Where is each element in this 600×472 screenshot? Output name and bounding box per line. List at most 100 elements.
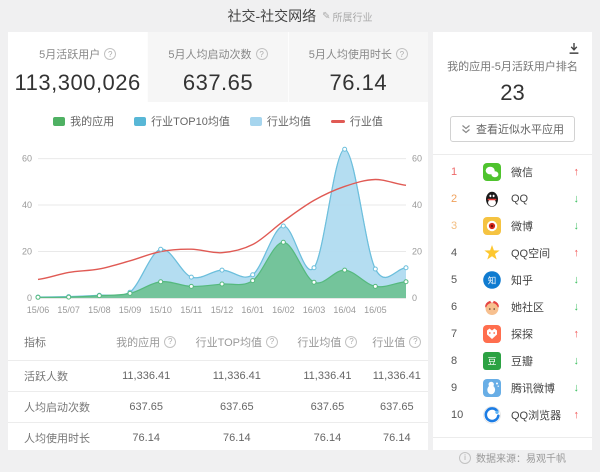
stat-label: 5月人均启动次数	[168, 46, 251, 62]
legend-swatch-lightblue	[250, 117, 262, 126]
industry-label: 所属行业	[333, 9, 373, 24]
tashequ-icon	[483, 298, 501, 316]
metric-value: 11,336.41	[303, 370, 351, 382]
ranking-list-item[interactable]: 6 她社区 ↓	[433, 293, 592, 320]
info-icon[interactable]: ?	[345, 336, 357, 348]
info-icon[interactable]: ?	[266, 336, 278, 348]
app-name: 知乎	[511, 272, 533, 288]
legend-item-my-app[interactable]: 我的应用	[53, 113, 114, 129]
metric-value: 637.65	[129, 401, 163, 413]
app-name: 腾讯微博	[511, 380, 555, 396]
svg-text:15/12: 15/12	[211, 305, 234, 315]
svg-text:0: 0	[412, 293, 417, 303]
industry-link[interactable]: ✎ 所属行业	[322, 9, 372, 24]
stat-value: 113,300,026	[8, 70, 147, 96]
info-icon[interactable]: ?	[409, 336, 421, 348]
app-name: 她社区	[511, 299, 544, 315]
svg-text:16/02: 16/02	[272, 305, 295, 315]
legend-item-top10-avg[interactable]: 行业TOP10均值	[134, 113, 230, 129]
trend-down-arrow-icon: ↓	[574, 274, 580, 286]
svg-text:40: 40	[22, 200, 32, 210]
metric-value: 11,336.41	[122, 370, 170, 382]
svg-text:15/11: 15/11	[180, 305, 202, 315]
legend-item-industry-value[interactable]: 行业值	[331, 113, 383, 129]
rank-number: 3	[451, 220, 483, 232]
wechat-icon	[483, 163, 501, 181]
svg-text:0: 0	[27, 293, 32, 303]
svg-text:60: 60	[412, 154, 422, 164]
metric-value: 11,336.41	[213, 370, 261, 382]
trend-panel: 5月活跃用户 ? 113,300,026 5月人均启动次数 ? 637.65 5…	[8, 32, 428, 450]
metric-value: 76.14	[314, 432, 342, 444]
stat-card-avg-duration[interactable]: 5月人均使用时长 ? 76.14	[288, 32, 428, 102]
data-source-text: 数据来源：易观千帆	[476, 450, 566, 465]
rank-number: 7	[451, 328, 483, 340]
rank-number: 1	[451, 166, 483, 178]
metric-value: 76.14	[223, 432, 251, 444]
stat-value: 637.65	[148, 70, 287, 96]
info-icon[interactable]: ?	[164, 336, 176, 348]
svg-text:15/06: 15/06	[27, 305, 50, 315]
legend-item-industry-avg[interactable]: 行业均值	[250, 113, 311, 129]
app-name: QQ	[511, 193, 528, 205]
ranking-list-item[interactable]: 1 微信 ↑	[433, 158, 592, 185]
ranking-list-item[interactable]: 2 QQ ↓	[433, 185, 592, 212]
txweibo-icon	[483, 379, 501, 397]
rank-number: 9	[451, 382, 483, 394]
info-icon[interactable]: ?	[256, 48, 268, 60]
svg-text:40: 40	[412, 200, 422, 210]
info-icon[interactable]: ?	[104, 48, 116, 60]
stat-card-active-users[interactable]: 5月活跃用户 ? 113,300,026	[8, 32, 147, 102]
info-icon[interactable]: ?	[396, 48, 408, 60]
ranking-list-item[interactable]: 5 知 知乎 ↓	[433, 266, 592, 293]
trend-down-arrow-icon: ↓	[574, 220, 580, 232]
rank-number: 6	[451, 301, 483, 313]
ranking-list-item[interactable]: 3 微博 ↓	[433, 212, 592, 239]
svg-text:20: 20	[22, 247, 32, 257]
col-header-top-avg: 行业TOP均值	[196, 334, 262, 350]
ranking-list-item[interactable]: 7 探探 ↑	[433, 320, 592, 347]
metrics-table: 指标 我的应用? 行业TOP均值? 行业均值? 行业值? 活跃人数 11,336…	[8, 324, 428, 453]
data-source-footer: i 数据来源：易观千帆	[433, 437, 592, 465]
app-name: 微信	[511, 164, 533, 180]
svg-text:60: 60	[22, 154, 32, 164]
table-row: 人均启动次数 637.65 637.65 637.65 637.65	[8, 391, 428, 422]
rank-number: 10	[451, 409, 483, 421]
view-similar-apps-button[interactable]: 查看近似水平应用	[450, 116, 575, 142]
download-button[interactable]	[566, 40, 582, 60]
svg-text:知: 知	[488, 275, 497, 285]
ranking-panel: 我的应用-5月活跃用户排名 23 查看近似水平应用 1 微信 ↑ 2 QQ ↓ …	[433, 32, 592, 450]
chart-legend: 我的应用 行业TOP10均值 行业均值 行业值	[8, 102, 428, 132]
app-name: QQ空间	[511, 245, 550, 261]
app-ranking-list: 1 微信 ↑ 2 QQ ↓ 3 微博 ↓ 4 QQ空间 ↑ 5 知 知乎 ↓ 6…	[433, 155, 592, 428]
legend-swatch-teal	[134, 117, 146, 126]
stat-label: 5月人均使用时长	[309, 46, 392, 62]
download-icon	[568, 42, 580, 55]
metric-label: 人均使用时长	[24, 433, 90, 445]
svg-text:15/07: 15/07	[57, 305, 80, 315]
ranking-list-item[interactable]: 4 QQ空间 ↑	[433, 239, 592, 266]
rank-number: 5	[451, 274, 483, 286]
table-row: 活跃人数 11,336.41 11,336.41 11,336.41 11,33…	[8, 360, 428, 391]
trend-up-arrow-icon: ↑	[574, 166, 580, 178]
col-header-industry-avg: 行业均值	[297, 334, 341, 350]
ranking-list-item[interactable]: 10 QQ浏览器 ↑	[433, 401, 592, 428]
douban-icon: 豆	[483, 352, 501, 370]
ranking-list-item[interactable]: 9 腾讯微博 ↓	[433, 374, 592, 401]
trend-down-arrow-icon: ↓	[574, 382, 580, 394]
info-icon: i	[459, 452, 471, 464]
zhihu-icon: 知	[483, 271, 501, 289]
stat-card-avg-launches[interactable]: 5月人均启动次数 ? 637.65	[147, 32, 287, 102]
svg-text:16/01: 16/01	[241, 305, 264, 315]
ranking-list-item[interactable]: 8 豆 豆瓣 ↓	[433, 347, 592, 374]
rank-number: 8	[451, 355, 483, 367]
metric-label: 人均启动次数	[24, 402, 90, 414]
metric-label: 活跃人数	[24, 371, 68, 383]
metric-value: 11,336.41	[373, 370, 421, 382]
svg-text:15/10: 15/10	[149, 305, 172, 315]
main-content: 5月活跃用户 ? 113,300,026 5月人均启动次数 ? 637.65 5…	[0, 32, 600, 450]
qq-icon	[483, 190, 501, 208]
double-chevron-down-icon	[461, 124, 471, 135]
svg-text:20: 20	[412, 247, 422, 257]
page-header: 社交-社交网络 ✎ 所属行业	[0, 0, 600, 32]
